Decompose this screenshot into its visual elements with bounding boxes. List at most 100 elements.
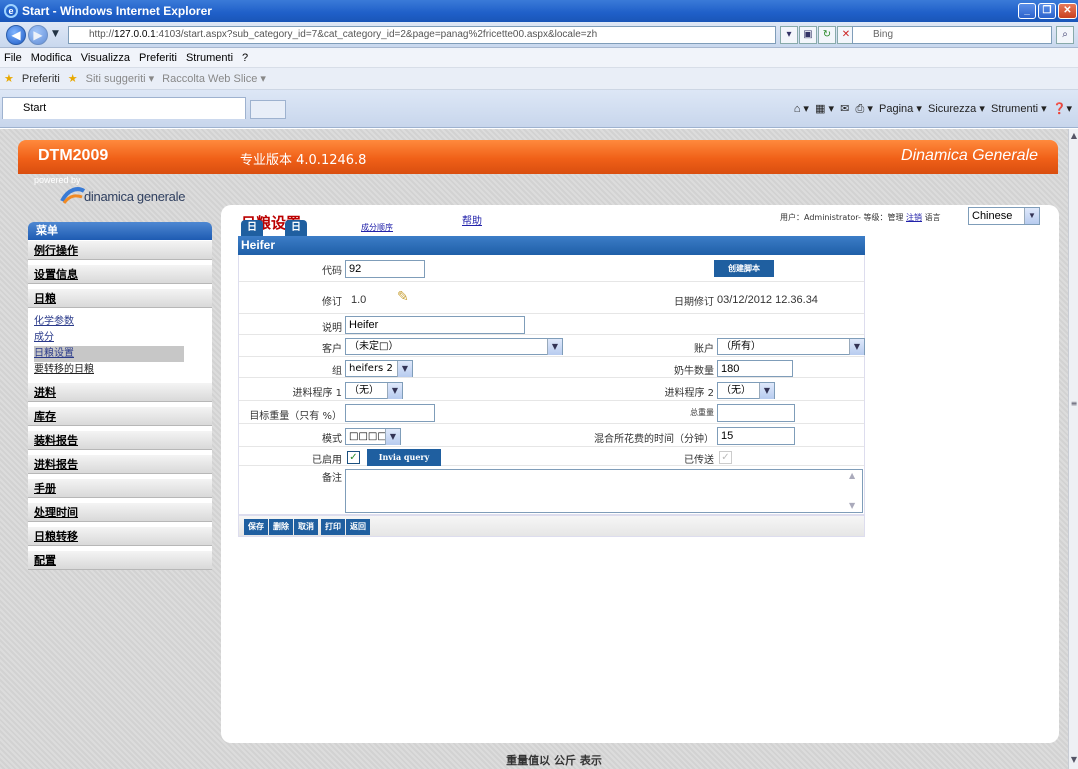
print-icon[interactable]: ⎙ ▾ [856, 103, 873, 115]
account-label: 账户 [694, 344, 714, 355]
total-weight-input[interactable] [717, 404, 795, 422]
back-button[interactable]: ◀ [6, 25, 26, 45]
sidebar-group-feed-report[interactable]: 进料报告 [28, 454, 212, 474]
sidebar-group-routine[interactable]: 例行操作 [28, 240, 212, 260]
create-script-button[interactable]: 创建脚本 [714, 260, 774, 277]
chevron-down-icon[interactable]: ▼ [387, 383, 402, 399]
sidebar-group-feeding[interactable]: 进料 [28, 382, 212, 402]
menu-view[interactable]: Visualizza [81, 52, 130, 64]
sidebar-group-inventory[interactable]: 库存 [28, 406, 212, 426]
tab-ration-ingredients[interactable]: 日粮成分 [285, 220, 307, 281]
favorites-bar: ★ Preferiti ★ Siti suggeriti ▾ Raccolta … [0, 68, 1078, 90]
enabled-checkbox[interactable]: ✓ [347, 451, 360, 464]
sidebar-group-config[interactable]: 配置 [28, 550, 212, 570]
sidebar-group-load-report[interactable]: 装料报告 [28, 430, 212, 450]
refresh-icon[interactable]: ↻ [818, 26, 836, 44]
menu-favorites[interactable]: Preferiti [139, 52, 177, 64]
group-select[interactable]: heifers 2 ▼ [345, 360, 413, 377]
form-row-description: 说明 Heifer [239, 315, 864, 335]
page-menu[interactable]: Pagina ▾ [879, 103, 922, 115]
cows-input[interactable]: 180 [717, 360, 793, 377]
menu-tools[interactable]: Strumenti [186, 52, 233, 64]
scroll-down-icon[interactable]: ▼ [1070, 755, 1078, 765]
code-input[interactable]: 92 [345, 260, 425, 278]
sidebar-group-settings[interactable]: 设置信息 [28, 264, 212, 284]
safety-menu[interactable]: Sicurezza ▾ [928, 103, 985, 115]
favorites-star-icon[interactable]: ★ [4, 72, 14, 85]
chevron-down-icon[interactable]: ▼ [397, 361, 412, 377]
sidebar-group-processing-time[interactable]: 处理时间 [28, 502, 212, 522]
scroll-up-icon[interactable]: ▲ [1070, 131, 1078, 141]
customer-select[interactable]: （未定□） ▼ [345, 338, 563, 355]
sidebar-group-rations[interactable]: 日粮 [28, 288, 212, 308]
language-select[interactable]: Chinese ▼ [968, 207, 1040, 225]
back-button-form[interactable]: 返回 [346, 519, 370, 535]
new-tab-button[interactable] [250, 100, 286, 119]
help-link[interactable]: 帮助 [462, 212, 482, 227]
account-select[interactable]: （所有） ▼ [717, 338, 865, 355]
menu-file[interactable]: File [4, 52, 22, 64]
menu-edit[interactable]: Modifica [31, 52, 72, 64]
mail-icon[interactable]: ✉ [840, 103, 849, 115]
maximize-button[interactable]: ❐ [1038, 3, 1056, 19]
edit-pencil-icon[interactable]: ✎ [397, 289, 409, 305]
menu-help[interactable]: ? [242, 52, 248, 64]
web-slice-link[interactable]: Raccolta Web Slice ▾ [162, 72, 266, 85]
chevron-down-icon[interactable]: ▼ [1024, 208, 1039, 224]
sidebar-submenu: 化学参数 成分 日粮设置 要转移的日粮 [28, 308, 212, 382]
target-weight-label: 目标重量（只有 %） [249, 411, 342, 422]
enabled-label: 已启用 [312, 455, 342, 466]
vertical-scrollbar[interactable]: ▲ ≡ ▼ [1068, 129, 1078, 769]
home-icon[interactable]: ⌂ ▾ [794, 103, 809, 115]
program1-select[interactable]: （无） ▼ [345, 382, 403, 399]
url-dropdown-icon[interactable]: ▾ [780, 26, 798, 44]
close-button[interactable]: ✕ [1058, 3, 1077, 19]
suggested-sites-link[interactable]: Siti suggeriti ▾ [86, 72, 155, 85]
feeds-icon[interactable]: ▦ ▾ [815, 103, 834, 115]
mode-select[interactable]: □□□□□ ▼ [345, 428, 401, 445]
search-icon[interactable]: ⌕ [1056, 26, 1074, 44]
save-button[interactable]: 保存 [244, 519, 268, 535]
description-input[interactable]: Heifer [345, 316, 525, 334]
tools-menu[interactable]: Strumenti ▾ [991, 103, 1047, 115]
cancel-button[interactable]: 取消 [294, 519, 318, 535]
sidebar-group-ration-transfer[interactable]: 日粮转移 [28, 526, 212, 546]
compat-view-icon[interactable]: ▣ [799, 26, 817, 44]
sidebar-group-manual[interactable]: 手册 [28, 478, 212, 498]
sidebar-item-chemical[interactable]: 化学参数 [34, 314, 212, 330]
sidebar-item-ingredients[interactable]: 成分 [34, 330, 212, 346]
logout-link[interactable]: 注销 [906, 213, 922, 222]
search-input[interactable]: Bing [852, 26, 1052, 44]
tab-ingredient-order[interactable]: 成分顺序 [361, 222, 393, 233]
url-input[interactable]: http://127.0.0.1:4103/start.aspx?sub_cat… [68, 26, 776, 44]
user-name: Administrator [804, 213, 859, 222]
delete-button[interactable]: 删除 [269, 519, 293, 535]
tab-ration[interactable]: 日粮 [241, 220, 263, 249]
chevron-down-icon[interactable]: ▼ [849, 339, 864, 355]
form-row-customer: 客户 （未定□） ▼ 账户 （所有） ▼ [239, 336, 865, 357]
browser-tab[interactable]: Start [2, 97, 246, 119]
revision-label: 修订 [322, 297, 342, 308]
customer-label: 客户 [322, 344, 342, 355]
favorites-button[interactable]: Preferiti [22, 73, 60, 85]
notes-scroll-up-icon[interactable]: ▲ [849, 471, 855, 480]
program2-select[interactable]: （无） ▼ [717, 382, 775, 399]
chevron-down-icon[interactable]: ▼ [385, 429, 400, 445]
mix-time-input[interactable]: 15 [717, 427, 795, 445]
sidebar-item-transfer-rations[interactable]: 要转移的日粮 [34, 362, 212, 378]
minimize-button[interactable]: _ [1018, 3, 1036, 19]
print-button[interactable]: 打印 [321, 519, 345, 535]
chevron-down-icon[interactable]: ▼ [547, 339, 562, 355]
help-icon[interactable]: ❓▾ [1053, 103, 1072, 115]
add-favorite-icon[interactable]: ★ [68, 72, 78, 85]
notes-scroll-down-icon[interactable]: ▼ [849, 501, 855, 510]
chevron-down-icon[interactable]: ▼ [759, 383, 774, 399]
send-query-button[interactable]: Invia query [367, 449, 441, 466]
scroll-grip-icon[interactable]: ≡ [1070, 399, 1078, 409]
target-weight-input[interactable] [345, 404, 435, 422]
forward-button[interactable]: ▶ [28, 25, 48, 45]
history-dropdown-icon[interactable]: ▼ [52, 29, 59, 39]
sidebar-item-ration-settings[interactable]: 日粮设置 [34, 346, 184, 362]
notes-textarea[interactable] [345, 469, 863, 513]
language-label: 语言 [924, 213, 941, 222]
